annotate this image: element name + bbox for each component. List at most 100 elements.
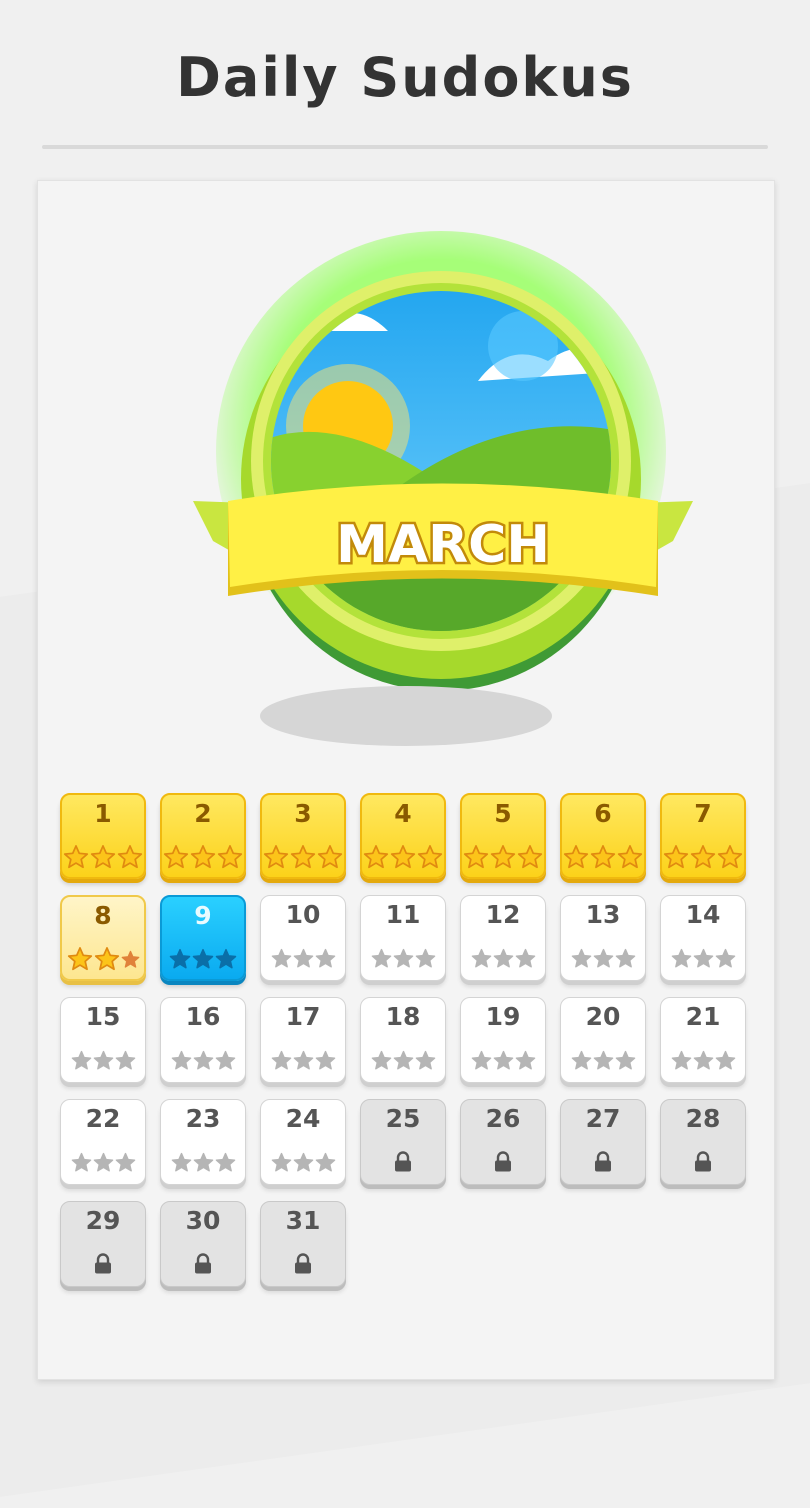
star-icon xyxy=(215,948,237,969)
day-tile-21[interactable]: 21 xyxy=(660,997,746,1083)
star-icon xyxy=(117,845,143,869)
star-icon xyxy=(393,948,413,968)
badge-shadow xyxy=(260,686,552,746)
day-number: 14 xyxy=(685,900,721,929)
day-tile-14[interactable]: 14 xyxy=(660,895,746,981)
star-icon xyxy=(571,948,591,968)
day-tile-28: 28 xyxy=(660,1099,746,1185)
day-tile-4[interactable]: 4 xyxy=(360,793,446,879)
star-icon xyxy=(393,1050,413,1070)
day-tile-9[interactable]: 9 xyxy=(160,895,246,981)
star-icon xyxy=(163,845,189,869)
day-tile-3[interactable]: 3 xyxy=(260,793,346,879)
day-tile-10[interactable]: 10 xyxy=(260,895,346,981)
day-tile-20[interactable]: 20 xyxy=(560,997,646,1083)
star-icon xyxy=(371,1050,391,1070)
day-tile-26: 26 xyxy=(460,1099,546,1185)
day-number: 24 xyxy=(285,1104,321,1133)
star-icon xyxy=(515,948,535,968)
lock-icon xyxy=(195,1253,211,1274)
star-icon xyxy=(171,1050,191,1070)
day-tile-11[interactable]: 11 xyxy=(360,895,446,981)
star-rating xyxy=(61,1146,145,1178)
day-tile-18[interactable]: 18 xyxy=(360,997,446,1083)
day-number: 18 xyxy=(385,1002,421,1031)
day-number: 16 xyxy=(185,1002,221,1031)
star-icon xyxy=(690,845,716,869)
star-icon xyxy=(93,1050,113,1070)
day-number: 13 xyxy=(585,900,621,929)
star-icon xyxy=(215,1050,235,1070)
day-number: 23 xyxy=(185,1104,221,1133)
star-icon xyxy=(271,1050,291,1070)
day-tile-1[interactable]: 1 xyxy=(60,793,146,879)
star-icon xyxy=(115,1050,135,1070)
day-tile-5[interactable]: 5 xyxy=(460,793,546,879)
day-number: 19 xyxy=(485,1002,521,1031)
star-rating xyxy=(162,943,244,975)
day-tile-7[interactable]: 7 xyxy=(660,793,746,879)
month-badge-illustration xyxy=(193,231,693,691)
star-icon xyxy=(293,948,313,968)
star-icon xyxy=(563,845,589,869)
day-number: 11 xyxy=(385,900,421,929)
star-icon xyxy=(315,948,335,968)
star-rating xyxy=(61,1044,145,1076)
day-number: 20 xyxy=(585,1002,621,1031)
star-rating xyxy=(361,1044,445,1076)
day-tile-25: 25 xyxy=(360,1099,446,1185)
star-icon xyxy=(217,845,243,869)
star-icon xyxy=(71,1152,91,1172)
star-icon xyxy=(271,948,291,968)
star-icon xyxy=(463,845,489,869)
star-rating xyxy=(62,841,144,873)
star-icon xyxy=(315,1152,335,1172)
star-rating xyxy=(161,1146,245,1178)
star-icon xyxy=(717,845,743,869)
star-icon xyxy=(94,947,119,971)
star-icon xyxy=(190,845,216,869)
day-number: 27 xyxy=(585,1104,621,1133)
day-tile-19[interactable]: 19 xyxy=(460,997,546,1083)
day-tile-6[interactable]: 6 xyxy=(560,793,646,879)
day-tile-31: 31 xyxy=(260,1201,346,1287)
day-number: 9 xyxy=(194,901,212,930)
star-icon xyxy=(67,947,92,971)
month-badge: MARCH xyxy=(188,221,698,741)
day-tile-8[interactable]: 8 xyxy=(60,895,146,981)
star-rating xyxy=(261,1044,345,1076)
day-tile-17[interactable]: 17 xyxy=(260,997,346,1083)
star-rating xyxy=(461,1044,545,1076)
day-tile-23[interactable]: 23 xyxy=(160,1099,246,1185)
day-tile-12[interactable]: 12 xyxy=(460,895,546,981)
star-icon xyxy=(693,1050,713,1070)
star-icon xyxy=(571,1050,591,1070)
star-icon xyxy=(390,845,416,869)
day-tile-24[interactable]: 24 xyxy=(260,1099,346,1185)
day-number: 30 xyxy=(185,1206,221,1235)
star-rating xyxy=(262,841,344,873)
star-icon xyxy=(415,948,435,968)
lock-area xyxy=(161,1248,245,1280)
star-icon xyxy=(715,948,735,968)
star-icon xyxy=(615,948,635,968)
day-tile-13[interactable]: 13 xyxy=(560,895,646,981)
day-tile-2[interactable]: 2 xyxy=(160,793,246,879)
lock-icon xyxy=(595,1151,611,1172)
star-rating xyxy=(661,942,745,974)
day-number: 4 xyxy=(394,799,412,828)
star-rating xyxy=(661,1044,745,1076)
day-number: 2 xyxy=(194,799,212,828)
star-icon xyxy=(371,948,391,968)
star-rating xyxy=(361,942,445,974)
day-tile-16[interactable]: 16 xyxy=(160,997,246,1083)
lock-icon xyxy=(295,1253,311,1274)
day-tile-22[interactable]: 22 xyxy=(60,1099,146,1185)
star-icon xyxy=(63,845,89,869)
day-number: 3 xyxy=(294,799,312,828)
day-number: 28 xyxy=(685,1104,721,1133)
day-tile-15[interactable]: 15 xyxy=(60,997,146,1083)
day-number: 31 xyxy=(285,1206,321,1235)
star-icon xyxy=(263,845,289,869)
day-number: 5 xyxy=(494,799,512,828)
